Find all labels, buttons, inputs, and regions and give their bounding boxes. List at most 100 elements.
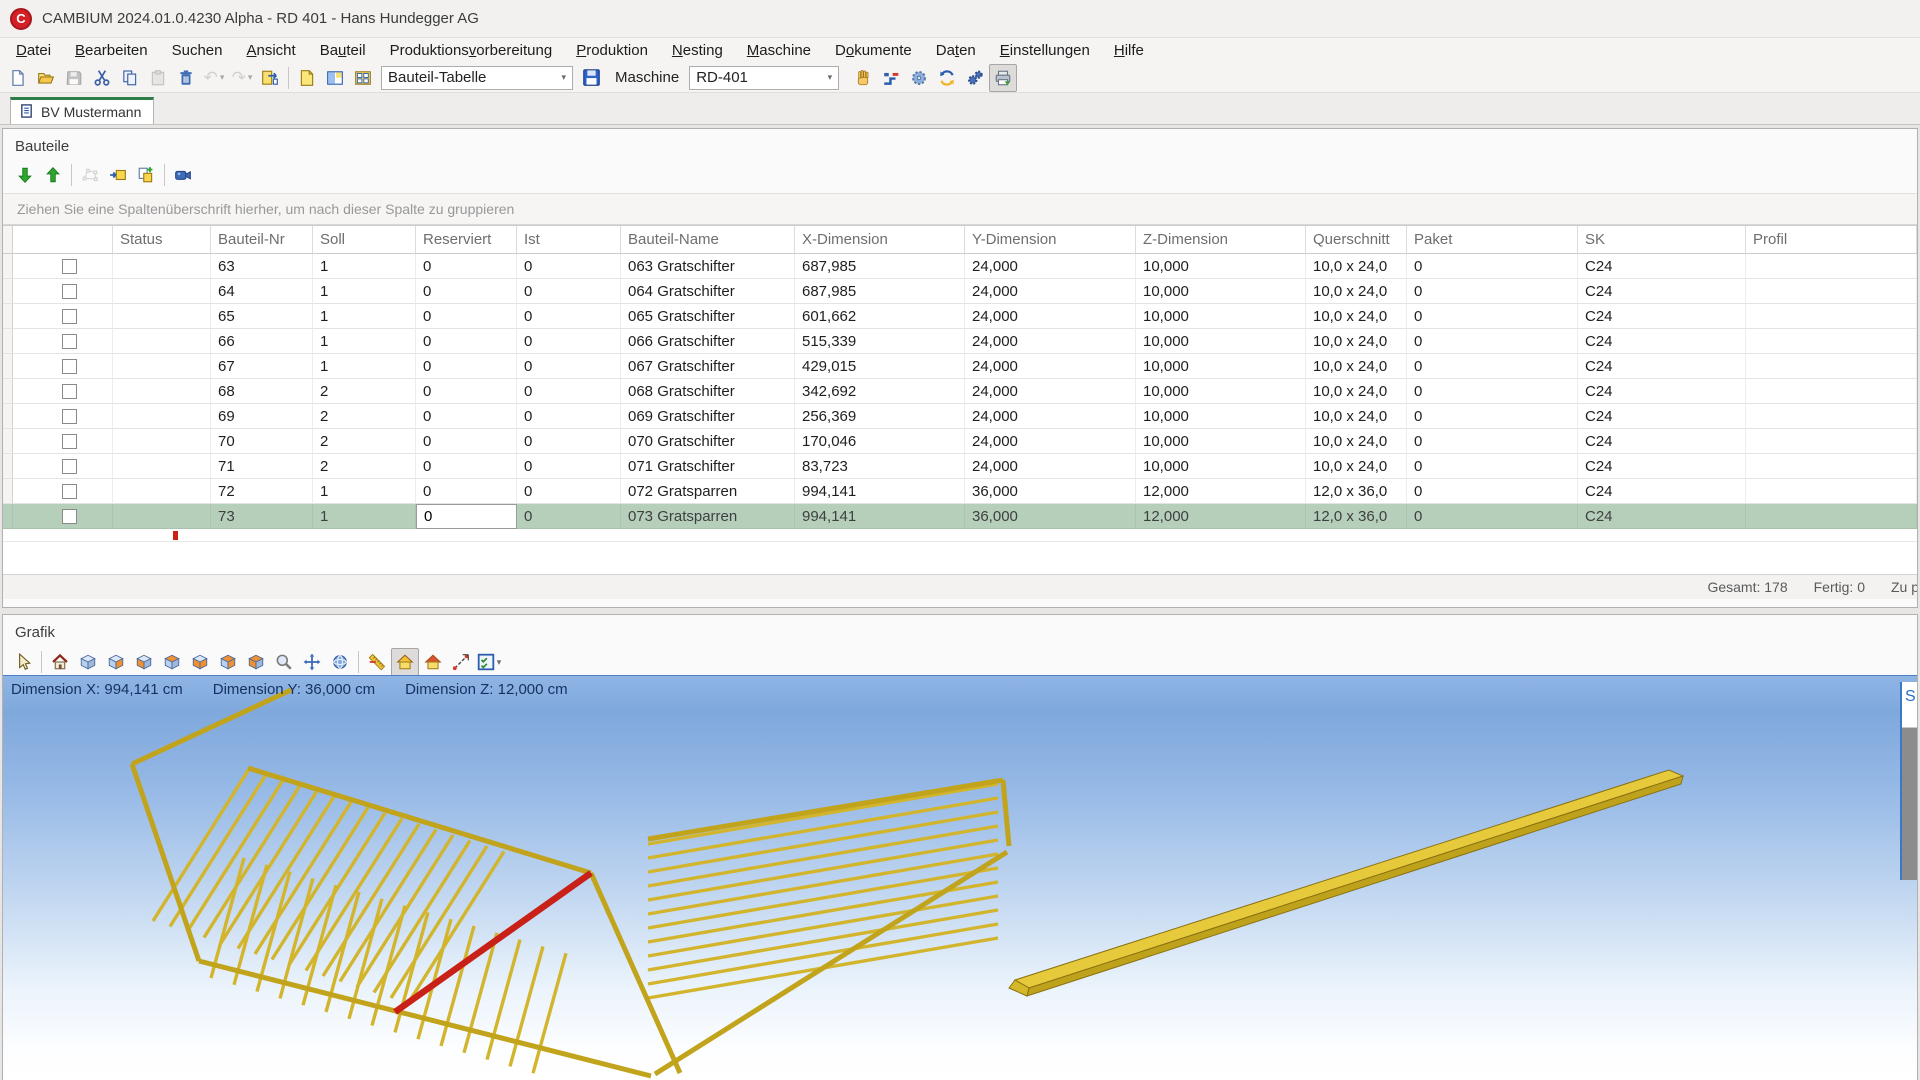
- cell-bauteil-nr[interactable]: 73: [211, 504, 313, 529]
- cell-status[interactable]: [113, 329, 211, 354]
- column-header-x-dimension[interactable]: X-Dimension: [795, 226, 965, 253]
- cell-status[interactable]: [113, 504, 211, 529]
- cell-reserviert[interactable]: 0: [416, 379, 517, 404]
- row-checkbox[interactable]: [62, 334, 77, 349]
- table-row-65[interactable]: 65100065 Gratschifter601,66224,00010,000…: [3, 304, 1917, 329]
- cell-bauteil-nr[interactable]: 64: [211, 279, 313, 304]
- table-row-68[interactable]: 68200068 Gratschifter342,69224,00010,000…: [3, 379, 1917, 404]
- row-checkbox[interactable]: [62, 284, 77, 299]
- column-header-querschnitt[interactable]: Querschnitt: [1306, 226, 1407, 253]
- cell-status[interactable]: [113, 304, 211, 329]
- cell-status[interactable]: [113, 454, 211, 479]
- refresh-button[interactable]: [933, 64, 961, 92]
- menu-hilfe[interactable]: Hilfe: [1102, 40, 1156, 61]
- cell-paket[interactable]: 0: [1407, 479, 1578, 504]
- cell-paket[interactable]: 0: [1407, 254, 1578, 279]
- menu-suchen[interactable]: Suchen: [160, 40, 235, 61]
- cut-button[interactable]: [88, 64, 116, 92]
- cell-bauteil-name[interactable]: 069 Gratschifter: [621, 404, 795, 429]
- cell-sk[interactable]: C24: [1578, 354, 1746, 379]
- open-file-button[interactable]: [32, 64, 60, 92]
- cell-bauteil-nr[interactable]: 68: [211, 379, 313, 404]
- new-view-button[interactable]: [293, 64, 321, 92]
- cell-z-dimension[interactable]: 10,000: [1136, 404, 1306, 429]
- cell-bauteil-nr[interactable]: 71: [211, 454, 313, 479]
- cell-bauteil-nr[interactable]: 69: [211, 404, 313, 429]
- column-header-ist[interactable]: Ist: [517, 226, 621, 253]
- cell-soll[interactable]: 2: [313, 429, 416, 454]
- cell-y-dimension[interactable]: 36,000: [965, 479, 1136, 504]
- table-row-69[interactable]: 69200069 Gratschifter256,36924,00010,000…: [3, 404, 1917, 429]
- cell-bauteil-nr[interactable]: 70: [211, 429, 313, 454]
- cell-reserviert[interactable]: 0: [416, 404, 517, 429]
- view-cube-topright-button[interactable]: [214, 648, 242, 676]
- table-row-66[interactable]: 66100066 Gratschifter515,33924,00010,000…: [3, 329, 1917, 354]
- redo-button[interactable]: ↷▾: [228, 64, 256, 92]
- cell-profil[interactable]: [1746, 404, 1917, 429]
- cell-y-dimension[interactable]: 24,000: [965, 279, 1136, 304]
- cell-x-dimension[interactable]: 687,985: [795, 279, 965, 304]
- cell-status[interactable]: [113, 479, 211, 504]
- cell-x-dimension[interactable]: 687,985: [795, 254, 965, 279]
- cell-reserviert[interactable]: 0: [416, 479, 517, 504]
- cell-soll[interactable]: 1: [313, 329, 416, 354]
- side-panel-cutoff[interactable]: S: [1900, 682, 1917, 880]
- split-view-button[interactable]: [321, 64, 349, 92]
- cell-paket[interactable]: 0: [1407, 404, 1578, 429]
- table-row-71[interactable]: 71200071 Gratschifter83,72324,00010,0001…: [3, 454, 1917, 479]
- cell-x-dimension[interactable]: 256,369: [795, 404, 965, 429]
- column-header-bauteil-name[interactable]: Bauteil-Name: [621, 226, 795, 253]
- cell-z-dimension[interactable]: 10,000: [1136, 379, 1306, 404]
- cell-soll[interactable]: 1: [313, 479, 416, 504]
- cell-soll[interactable]: 2: [313, 454, 416, 479]
- menu-nesting[interactable]: Nesting: [660, 40, 735, 61]
- cell-y-dimension[interactable]: 24,000: [965, 329, 1136, 354]
- view-cube-sides-button[interactable]: [186, 648, 214, 676]
- cell-z-dimension[interactable]: 10,000: [1136, 279, 1306, 304]
- saw-blade-button[interactable]: [905, 64, 933, 92]
- cell-y-dimension[interactable]: 24,000: [965, 429, 1136, 454]
- cell-paket[interactable]: 0: [1407, 279, 1578, 304]
- machine-tool-button[interactable]: [877, 64, 905, 92]
- cell-profil[interactable]: [1746, 379, 1917, 404]
- cell-sk[interactable]: C24: [1578, 454, 1746, 479]
- pointer-tool-button[interactable]: [9, 648, 37, 676]
- row-checkbox[interactable]: [62, 359, 77, 374]
- cell-querschnitt[interactable]: 10,0 x 24,0: [1306, 254, 1407, 279]
- menu-maschine[interactable]: Maschine: [735, 40, 823, 61]
- cell-z-dimension[interactable]: 10,000: [1136, 354, 1306, 379]
- table-row-72[interactable]: 72100072 Gratsparren994,14136,00012,0001…: [3, 479, 1917, 504]
- cell-sk[interactable]: C24: [1578, 479, 1746, 504]
- column-header-bauteil-nr[interactable]: Bauteil-Nr: [211, 226, 313, 253]
- cell-x-dimension[interactable]: 429,015: [795, 354, 965, 379]
- selected-part-3d-view[interactable]: [1009, 770, 1683, 996]
- camera-button[interactable]: [169, 161, 197, 189]
- table-row-67[interactable]: 67100067 Gratschifter429,01524,00010,000…: [3, 354, 1917, 379]
- menu-bauteil[interactable]: Bauteil: [308, 40, 378, 61]
- dimension-tool-button[interactable]: [447, 648, 475, 676]
- cell-reserviert[interactable]: 0: [416, 304, 517, 329]
- cell-status[interactable]: [113, 429, 211, 454]
- cell-x-dimension[interactable]: 601,662: [795, 304, 965, 329]
- cell-soll[interactable]: 2: [313, 404, 416, 429]
- delete-button[interactable]: [172, 64, 200, 92]
- home-view-button[interactable]: [46, 648, 74, 676]
- cell-reserviert[interactable]: 0: [416, 454, 517, 479]
- zoom-tool-button[interactable]: [270, 648, 298, 676]
- table-row-63[interactable]: 63100063 Gratschifter687,98524,00010,000…: [3, 254, 1917, 279]
- cell-reserviert[interactable]: 0: [416, 504, 517, 529]
- view-cube-iso-button[interactable]: [74, 648, 102, 676]
- menu-datei[interactable]: Datei: [4, 40, 63, 61]
- graphics-viewport[interactable]: Dimension X: 994,141 cm Dimension Y: 36,…: [3, 675, 1917, 1080]
- column-header-z-dimension[interactable]: Z-Dimension: [1136, 226, 1306, 253]
- cell-x-dimension[interactable]: 994,141: [795, 504, 965, 529]
- row-checkbox[interactable]: [62, 259, 77, 274]
- menu-bearbeiten[interactable]: Bearbeiten: [63, 40, 160, 61]
- cell-ist[interactable]: 0: [517, 304, 621, 329]
- cell-bauteil-name[interactable]: 065 Gratschifter: [621, 304, 795, 329]
- new-document-button[interactable]: [4, 64, 32, 92]
- cell-paket[interactable]: 0: [1407, 354, 1578, 379]
- cell-sk[interactable]: C24: [1578, 304, 1746, 329]
- cell-y-dimension[interactable]: 36,000: [965, 504, 1136, 529]
- cell-reserviert[interactable]: 0: [416, 429, 517, 454]
